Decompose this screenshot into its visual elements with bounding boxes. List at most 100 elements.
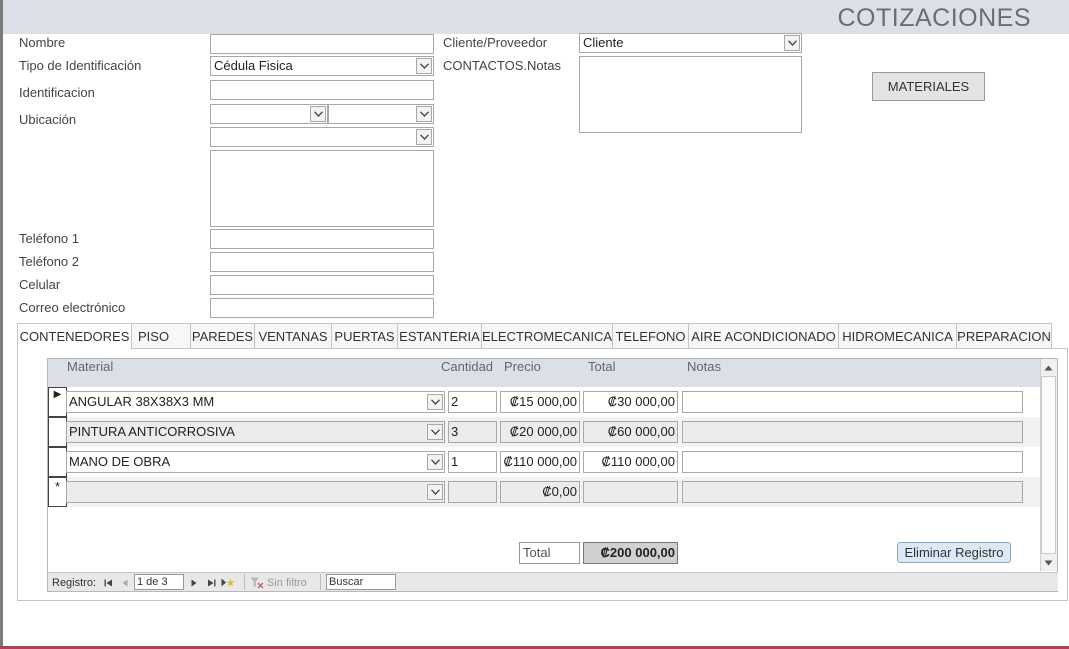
scrollbar-track[interactable] [1041, 376, 1056, 554]
record-selector[interactable] [48, 417, 67, 447]
record-selector[interactable] [48, 447, 67, 477]
current-record-input[interactable]: 1 de 3 [134, 574, 184, 590]
notas-input[interactable] [682, 421, 1023, 443]
notas-input[interactable] [682, 451, 1023, 473]
record-pointer-icon: ▶ [53, 389, 62, 400]
new-record-asterisk-icon: * [54, 479, 61, 494]
cliente-proveedor-combo[interactable]: Cliente [579, 33, 802, 53]
tab-preparacion[interactable]: PREPARACION [957, 323, 1052, 349]
notas-textarea[interactable] [579, 56, 802, 133]
label-correo: Correo electrónico [19, 300, 126, 315]
material-combo[interactable] [66, 481, 445, 503]
precio-input[interactable]: ₡0,00 [500, 481, 580, 503]
new-record-icon[interactable] [221, 575, 235, 590]
material-value: ANGULAR 38X38X3 MM [69, 394, 215, 409]
label-cliente-proveedor: Cliente/Proveedor [443, 35, 548, 50]
label-ubicacion: Ubicación [19, 112, 77, 127]
total-cell: ₡30 000,00 [583, 391, 678, 413]
canton-combo[interactable] [328, 104, 434, 124]
materiales-button[interactable]: MATERIALES [872, 72, 985, 101]
tab-hidromecanica[interactable]: HIDROMECANICA [839, 323, 957, 349]
chevron-down-icon[interactable] [427, 454, 443, 470]
correo-input[interactable] [210, 298, 434, 318]
record-navigator: Registro: 1 de 3 Sin filtro Buscar [48, 572, 1058, 591]
precio-input[interactable]: ₡15 000,00 [500, 391, 580, 413]
tab-piso[interactable]: PISO [132, 323, 191, 349]
next-record-icon[interactable] [191, 575, 197, 590]
cantidad-input[interactable]: 3 [448, 421, 497, 443]
grid-header [48, 359, 1040, 387]
label-nombre: Nombre [19, 35, 66, 50]
material-combo[interactable]: MANO DE OBRA [66, 451, 445, 473]
telefono-2-input[interactable] [210, 252, 434, 272]
new-record-selector[interactable]: * [48, 477, 67, 507]
filter-off-icon[interactable] [250, 575, 264, 590]
total-cell: ₡60 000,00 [583, 421, 678, 443]
tab-contenedores[interactable]: CONTENEDORES [17, 323, 132, 350]
scroll-up-icon[interactable] [1041, 360, 1056, 375]
material-value: PINTURA ANTICORROSIVA [69, 424, 235, 439]
chevron-down-icon[interactable] [784, 35, 800, 51]
chevron-down-icon[interactable] [416, 129, 432, 145]
tab-telefono[interactable]: TELEFONO [613, 323, 689, 349]
eliminar-registro-button[interactable]: Eliminar Registro [897, 542, 1011, 563]
tab-strip: CONTENEDORES PISO PAREDES VENTANAS PUERT… [17, 323, 1052, 350]
tab-paredes[interactable]: PAREDES [191, 323, 255, 349]
material-combo[interactable]: PINTURA ANTICORROSIVA [66, 421, 445, 443]
column-header-material: Material [67, 359, 114, 374]
previous-record-icon[interactable] [122, 575, 128, 590]
direccion-textarea[interactable] [210, 150, 434, 227]
tab-ventanas[interactable]: VENTANAS [255, 323, 332, 349]
tipo-identificacion-value: Cédula Fisica [214, 58, 293, 73]
material-combo[interactable]: ANGULAR 38X38X3 MM [66, 391, 445, 413]
total-cell [583, 481, 678, 503]
tab-puertas[interactable]: PUERTAS [332, 323, 398, 349]
tab-aire-acondicionado[interactable]: AIRE ACONDICIONADO [689, 323, 839, 349]
window-left-border [0, 0, 3, 649]
first-record-icon[interactable] [104, 575, 113, 590]
precio-input[interactable]: ₡20 000,00 [500, 421, 580, 443]
notas-input[interactable] [682, 481, 1023, 503]
chevron-down-icon[interactable] [416, 106, 432, 122]
chevron-down-icon[interactable] [427, 424, 443, 440]
cantidad-input[interactable]: 1 [448, 451, 497, 473]
column-header-cantidad: Cantidad [441, 359, 494, 374]
scroll-down-icon[interactable] [1041, 555, 1056, 570]
total-cell: ₡110 000,00 [583, 451, 678, 473]
chevron-down-icon[interactable] [416, 58, 432, 74]
notas-input[interactable] [682, 391, 1023, 413]
total-sum: ₡200 000,00 [583, 542, 678, 564]
chevron-down-icon[interactable] [427, 484, 443, 500]
filter-status[interactable]: Sin filtro [267, 575, 307, 590]
tipo-identificacion-combo[interactable]: Cédula Fisica [210, 56, 434, 76]
navigator-label: Registro: [52, 576, 97, 589]
search-input[interactable]: Buscar [326, 574, 396, 590]
column-header-total: Total [588, 359, 616, 374]
label-celular: Celular [19, 277, 61, 292]
total-label: Total [519, 542, 580, 564]
celular-input[interactable] [210, 275, 434, 295]
form-title: COTIZACIONES [837, 4, 1031, 32]
last-record-icon[interactable] [207, 575, 216, 590]
label-tipo-identificacion: Tipo de Identificación [19, 58, 142, 73]
cliente-proveedor-value: Cliente [583, 35, 624, 50]
current-record-selector[interactable]: ▶ [48, 387, 67, 417]
label-telefono-2: Teléfono 2 [19, 254, 79, 269]
navigator-divider [244, 574, 245, 590]
distrito-combo[interactable] [210, 127, 434, 147]
nombre-input[interactable] [210, 34, 434, 54]
column-header-precio: Precio [504, 359, 541, 374]
chevron-down-icon[interactable] [427, 394, 443, 410]
column-header-notas: Notas [687, 359, 721, 374]
tab-estanteria[interactable]: ESTANTERIA [398, 323, 482, 349]
label-notas: CONTACTOS.Notas [443, 58, 561, 73]
tab-electromecanica[interactable]: ELECTROMECANICA [482, 323, 613, 349]
telefono-1-input[interactable] [210, 229, 434, 249]
cantidad-input[interactable]: 2 [448, 391, 497, 413]
identificacion-input[interactable] [210, 80, 434, 100]
precio-input[interactable]: ₡110 000,00 [500, 451, 580, 473]
provincia-combo[interactable] [210, 104, 328, 124]
material-value: MANO DE OBRA [69, 454, 171, 469]
chevron-down-icon[interactable] [310, 106, 326, 122]
cantidad-input[interactable] [448, 481, 497, 503]
